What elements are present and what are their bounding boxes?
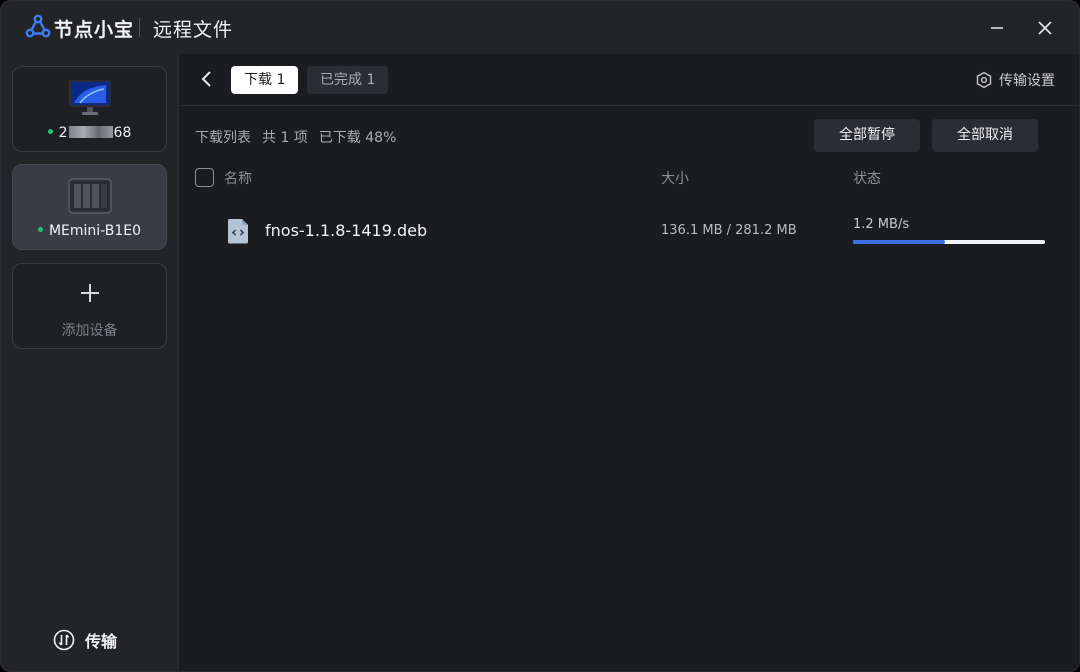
list-title: 下载列表	[195, 130, 251, 146]
window-title: 远程文件	[153, 19, 234, 41]
transfer-label: 传输	[85, 632, 118, 651]
downloaded-percent: 已下载 48%	[318, 130, 397, 146]
download-progress-fill	[853, 240, 946, 244]
title-bar: 节点小宝 远程文件	[1, 1, 1079, 54]
device-label-suffix: 68	[113, 125, 132, 141]
cancel-all-button[interactable]: 全部取消	[932, 119, 1038, 152]
device-card-memini[interactable]: MEmini-B1E0	[12, 164, 167, 250]
device-name: MEmini-B1E0	[48, 223, 142, 239]
online-status-dot	[37, 227, 43, 232]
title-divider	[139, 18, 140, 37]
minimize-button[interactable]	[982, 13, 1012, 43]
nas-device-icon	[68, 178, 112, 214]
brand-name: 节点小宝	[54, 19, 135, 41]
logo-icon	[25, 14, 51, 38]
sidebar: 2 68 MEmini-B1E0 添加设备 传输	[1, 54, 179, 671]
add-device-button[interactable]: 添加设备	[12, 263, 167, 349]
table-header: 名称 大小 状态	[180, 166, 1079, 190]
transfer-button[interactable]: 传输	[53, 628, 117, 652]
device-card-pc[interactable]: 2 68	[12, 66, 167, 152]
app-window: 节点小宝 远程文件 2 68 MEmini-B1E0 添加设备 传输 下载 1 …	[0, 0, 1080, 672]
main-panel: 下载 1 已完成 1 传输设置 下载列表共 1 项已下载 48% 全部暂停 全部…	[180, 54, 1079, 671]
column-header-status: 状态	[853, 171, 881, 187]
device-label: 2 68	[13, 125, 166, 141]
masked-device-id	[68, 125, 113, 138]
file-name: fnos-1.1.8-1419.deb	[265, 221, 428, 240]
file-size: 136.1 MB / 281.2 MB	[661, 223, 797, 238]
transfer-topbar: 下载 1 已完成 1 传输设置	[180, 54, 1079, 106]
item-count: 共 1 项	[262, 130, 308, 146]
chevron-left-icon	[201, 71, 211, 87]
tab-completed[interactable]: 已完成 1	[307, 66, 389, 94]
code-file-icon	[228, 219, 248, 244]
device-label-prefix: 2	[58, 125, 68, 141]
transfer-settings-label: 传输设置	[999, 73, 1055, 89]
download-summary: 下载列表共 1 项已下载 48%	[195, 127, 407, 147]
gear-icon	[976, 71, 992, 89]
plus-icon	[13, 280, 166, 310]
desktop-pc-icon	[69, 80, 111, 115]
transfer-icon	[53, 629, 75, 651]
select-all-checkbox[interactable]	[195, 168, 214, 187]
transfer-settings-button[interactable]: 传输设置	[975, 70, 1055, 90]
close-button[interactable]	[1030, 13, 1060, 43]
tab-downloading[interactable]: 下载 1	[231, 66, 299, 94]
download-progress-bar	[853, 240, 1045, 244]
back-button[interactable]	[196, 68, 218, 90]
column-header-size: 大小	[661, 171, 689, 187]
device-label: MEmini-B1E0	[13, 223, 166, 239]
close-icon	[1038, 21, 1052, 35]
add-device-label: 添加设备	[61, 323, 118, 339]
download-speed: 1.2 MB/s	[853, 217, 910, 232]
minimize-icon	[991, 27, 1003, 29]
pause-all-button[interactable]: 全部暂停	[814, 119, 920, 152]
table-row[interactable]: fnos-1.1.8-1419.deb 136.1 MB / 281.2 MB …	[180, 206, 1079, 256]
column-header-name: 名称	[224, 171, 252, 187]
online-status-dot	[47, 129, 53, 134]
